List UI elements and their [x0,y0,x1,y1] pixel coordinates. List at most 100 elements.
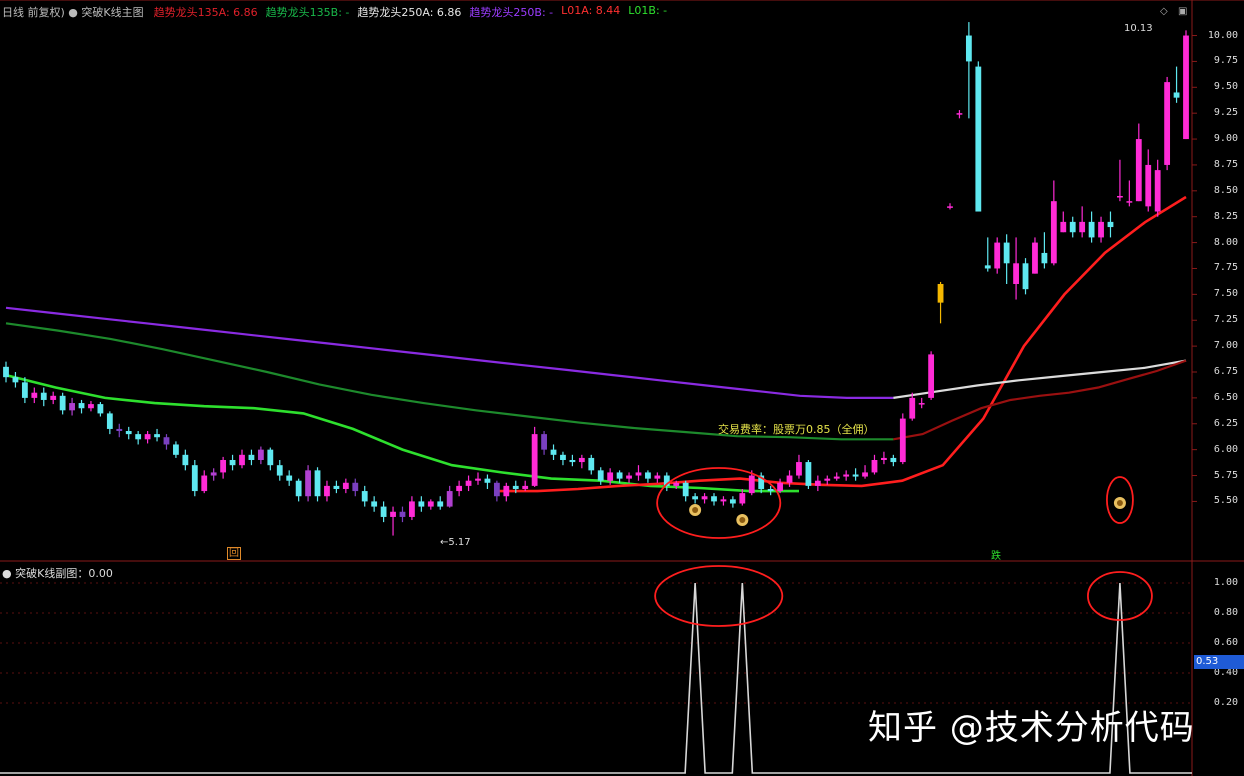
candle-body [569,460,576,463]
candle-body [852,474,859,477]
candle [1013,237,1019,300]
legend-item: 趋势龙头135A: 6.86 [153,6,258,19]
candle [569,454,576,467]
candle [305,465,311,502]
candle [1117,159,1123,202]
sub-legend: ● 突破K线副图：0.00 [2,565,113,581]
candle [135,431,142,445]
candle-body [1098,221,1104,238]
candle-body [59,395,66,411]
candle [541,431,547,455]
candle [503,482,510,502]
candle-body [409,501,415,517]
candle-body [286,475,293,481]
candle-body [399,511,406,517]
candle [956,110,963,119]
candle-body [50,395,57,400]
candle-body [456,485,463,492]
candle [928,351,935,400]
candle [701,493,708,504]
candle [88,400,94,412]
candle [1145,149,1152,212]
candle [116,423,123,438]
candle-body [1003,242,1010,264]
candle-body [465,480,472,486]
candle [210,468,217,481]
candle-body [144,434,151,440]
candle-body [418,501,425,507]
candle-body [493,482,500,497]
candle [682,480,689,502]
candle-body [248,454,255,460]
candle [767,485,774,496]
candle [257,446,264,465]
candle-body [984,265,991,269]
candle [352,478,359,497]
candle-body [635,472,642,476]
candle-body [531,434,538,486]
collapse-icon[interactable]: ● [68,6,78,19]
candle [484,474,491,489]
candle-body [692,496,699,500]
candle-body [1117,196,1123,198]
candle [881,451,887,465]
candle-body [1154,170,1161,212]
sub-y-tick: 1.00 [1213,577,1238,588]
candle [899,413,906,465]
y-tick: 7.50 [1213,288,1238,300]
candle-body [276,465,283,476]
candle [1098,216,1104,243]
candle [1126,180,1133,207]
candle [890,454,897,467]
candle-body [295,480,302,497]
candle [796,454,802,479]
candle [550,444,557,460]
sub-title: 突破K线副图：0.00 [15,567,113,580]
candle-body [390,511,396,517]
diamond-icon[interactable]: ◇ [1160,6,1168,17]
candle-body [352,482,359,492]
candle [947,203,953,210]
collapse-icon[interactable]: ● [2,567,12,580]
candle [191,460,198,497]
candle-body [541,434,547,450]
candle-body [191,465,198,492]
candle-body [125,431,132,435]
candlesticks [3,22,1189,536]
y-tick: 7.00 [1213,340,1238,352]
candle-body [899,418,906,463]
candle-body [720,499,727,502]
candle [833,472,840,481]
candle-body [324,485,330,497]
candle [31,387,38,404]
candle [97,402,104,417]
candle-body [380,506,387,517]
candle-body [484,478,491,483]
candle-body [947,206,953,208]
candle-body [427,501,434,507]
candle-body [871,460,878,473]
candle-body [701,496,708,500]
series-line [496,195,1187,493]
y-tick: 9.75 [1213,55,1238,67]
candle-body [182,454,189,466]
candle-body [578,457,585,463]
sub-y-tick: 0.20 [1213,697,1238,708]
current-value-badge: 0.53 [1194,655,1244,669]
y-tick: 6.00 [1213,443,1238,455]
y-tick: 10.00 [1207,29,1238,41]
candle [40,387,47,407]
sub-y-tick: 0.60 [1213,637,1238,648]
panel-toggle-icon[interactable]: ▣ [1178,6,1187,17]
highlight-circle [654,565,784,627]
candle-body [210,472,217,476]
legend-item: 趋势龙头250A: 6.86 [357,6,462,19]
candle-body [229,460,236,466]
candle [220,456,227,479]
series-line [893,359,1187,399]
candle [777,478,783,494]
candle-body [729,499,736,504]
candle [324,480,330,502]
candle [267,447,274,471]
candle-body [607,472,614,481]
